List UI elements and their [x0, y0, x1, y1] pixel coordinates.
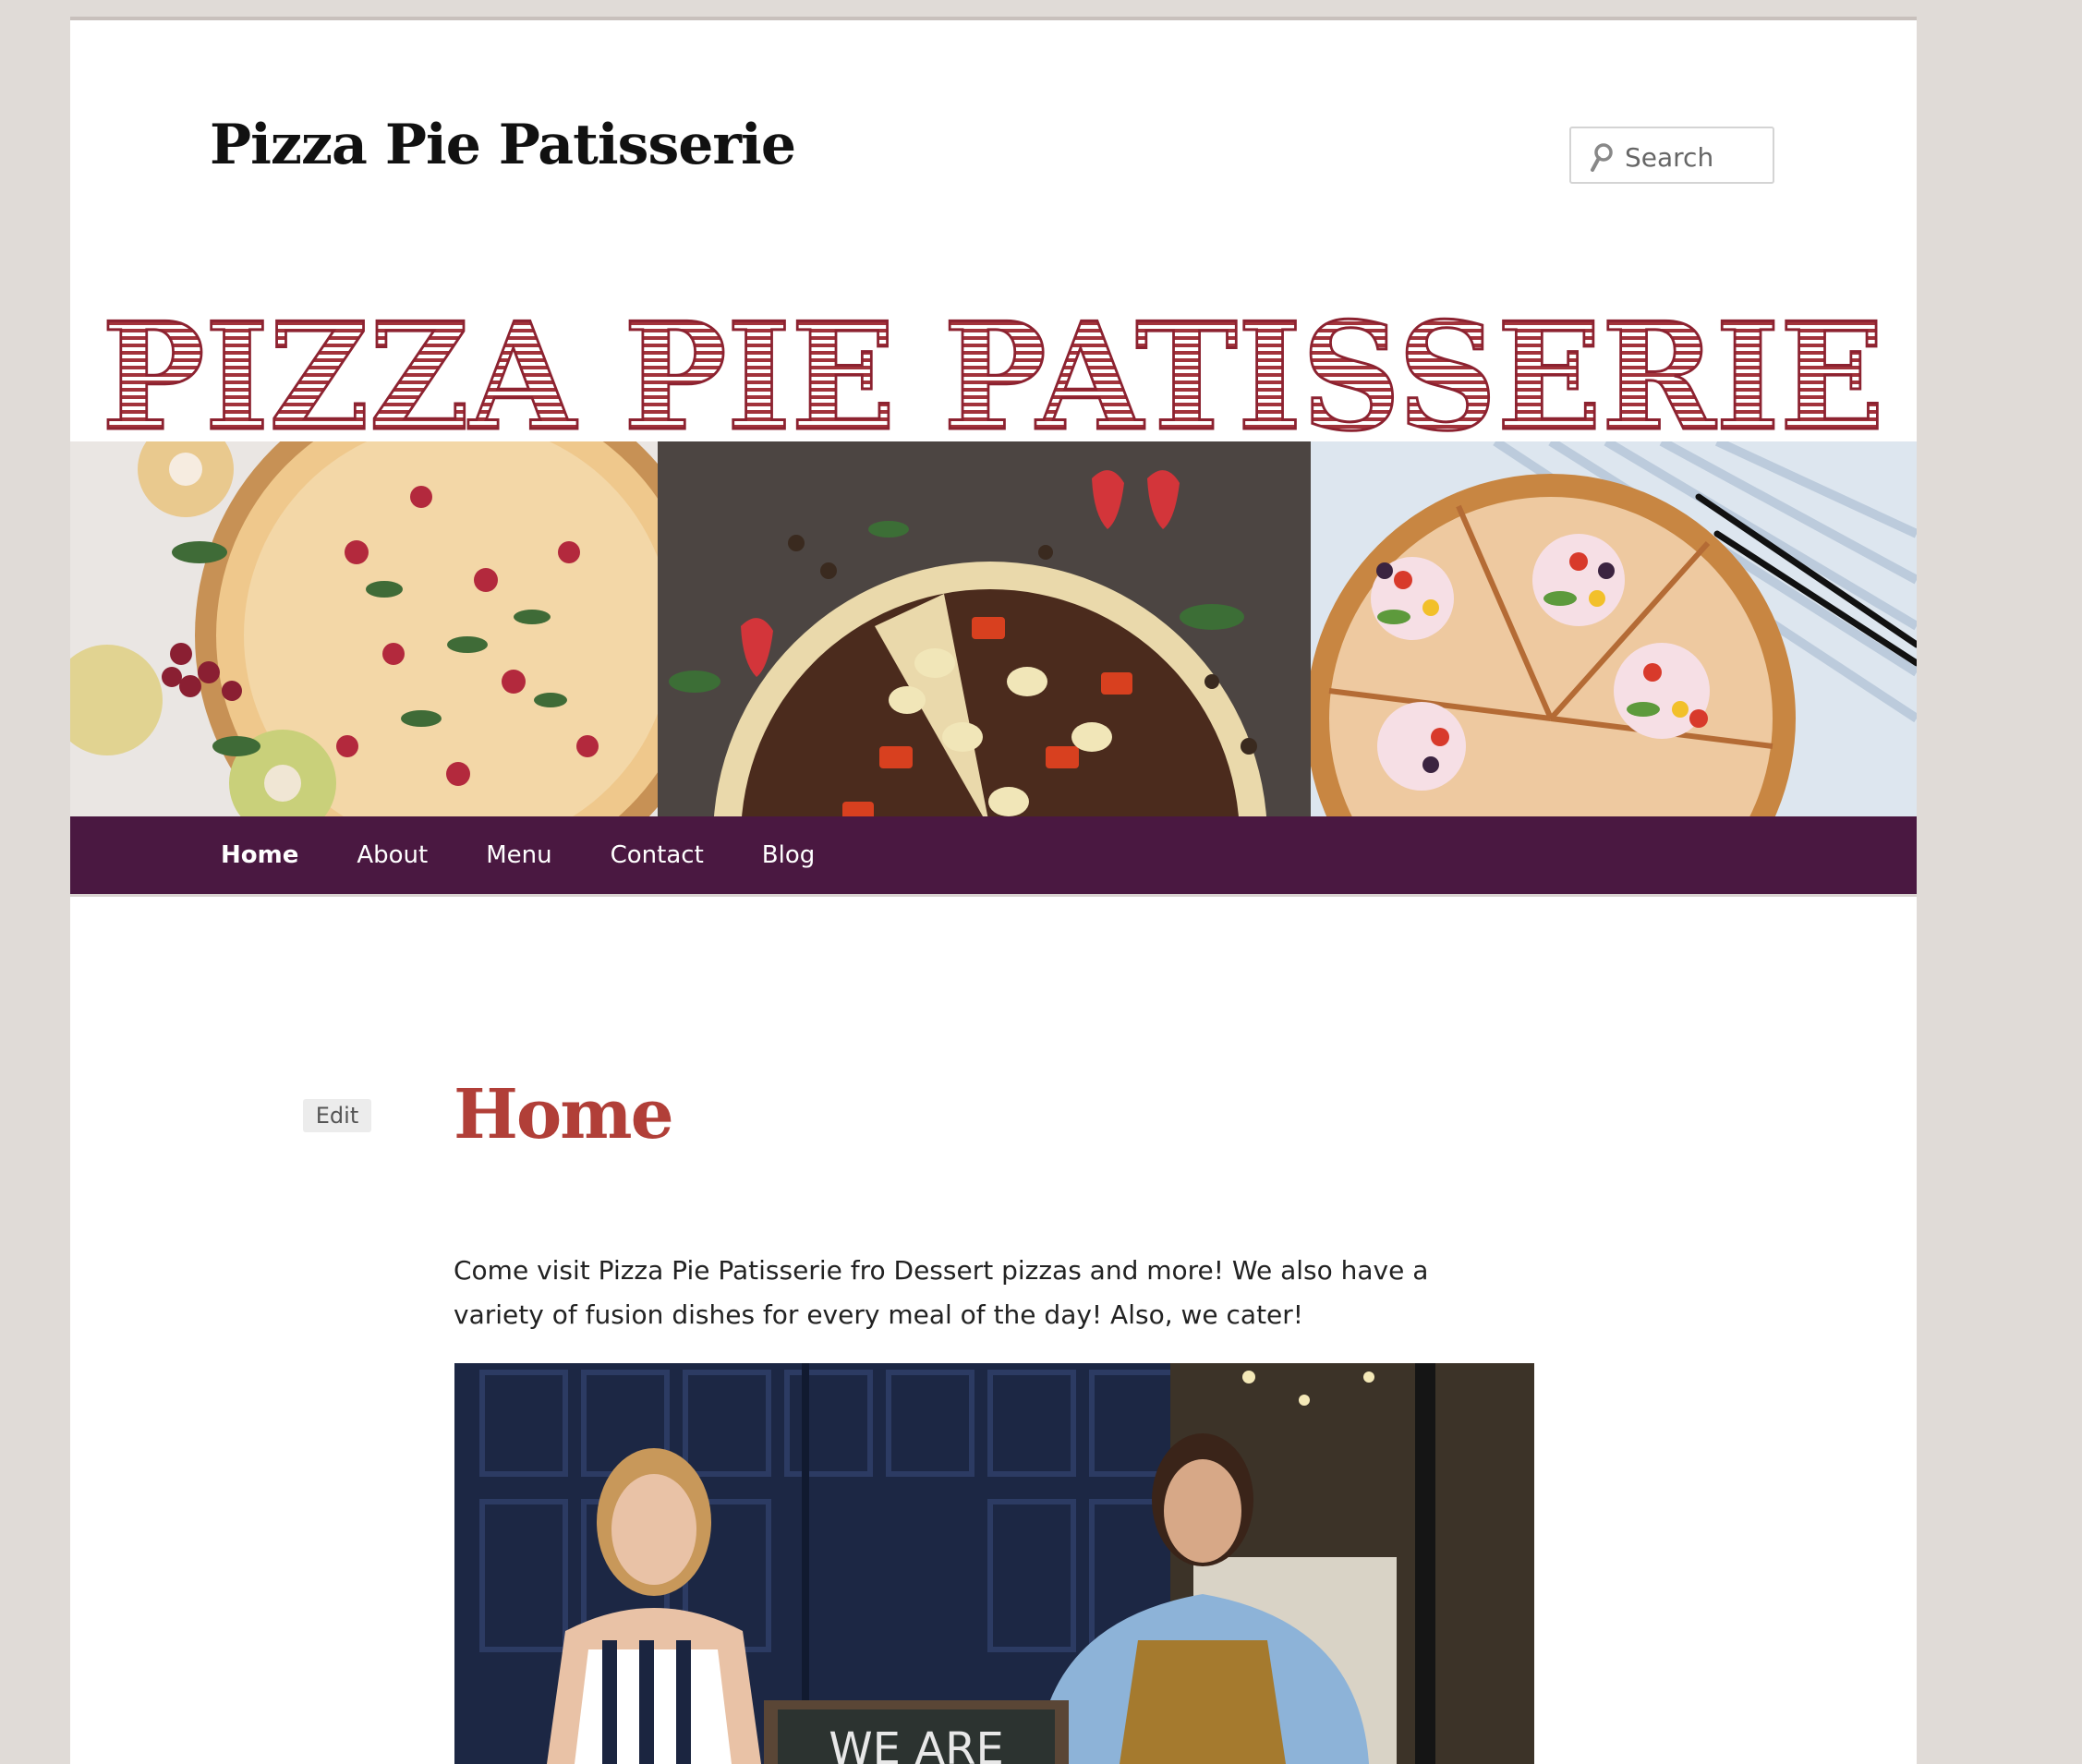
banner-logo-text: PIZZA PIE PATISSERIE [101, 289, 1886, 442]
nav-item-blog[interactable]: Blog [762, 816, 815, 894]
nav-item-contact[interactable]: Contact [611, 816, 704, 894]
edit-button[interactable]: Edit [303, 1099, 371, 1132]
page: Pizza Pie Patisserie PIZZA PIE PATISSERI… [70, 17, 1917, 1764]
apple-dessert-pizza-photo [70, 441, 658, 833]
search-input[interactable] [1623, 138, 1765, 176]
search-box[interactable] [1569, 127, 1774, 184]
nav-item-menu[interactable]: Menu [486, 816, 551, 894]
staff-photo: WE ARE [454, 1363, 1534, 1764]
nav-item-home[interactable]: Home [221, 816, 298, 894]
entry-content: Come visit Pizza Pie Patisserie fro Dess… [454, 1255, 1429, 1330]
chocolate-fruit-pizza-photo [658, 441, 1311, 833]
chalkboard-text: WE ARE [829, 1723, 1004, 1764]
nav-item-about[interactable]: About [357, 816, 428, 894]
header-banner[interactable]: PIZZA PIE PATISSERIE [70, 284, 1917, 833]
main-navigation: Home About Menu Contact Blog [70, 816, 1917, 897]
page-title: Home [454, 1075, 674, 1154]
site-title[interactable]: Pizza Pie Patisserie [210, 113, 796, 177]
berry-dessert-pizza-photo [1311, 441, 1917, 833]
svg-text:PIZZA PIE PATISSERIE: PIZZA PIE PATISSERIE [102, 290, 1884, 441]
search-icon [1591, 143, 1613, 172]
